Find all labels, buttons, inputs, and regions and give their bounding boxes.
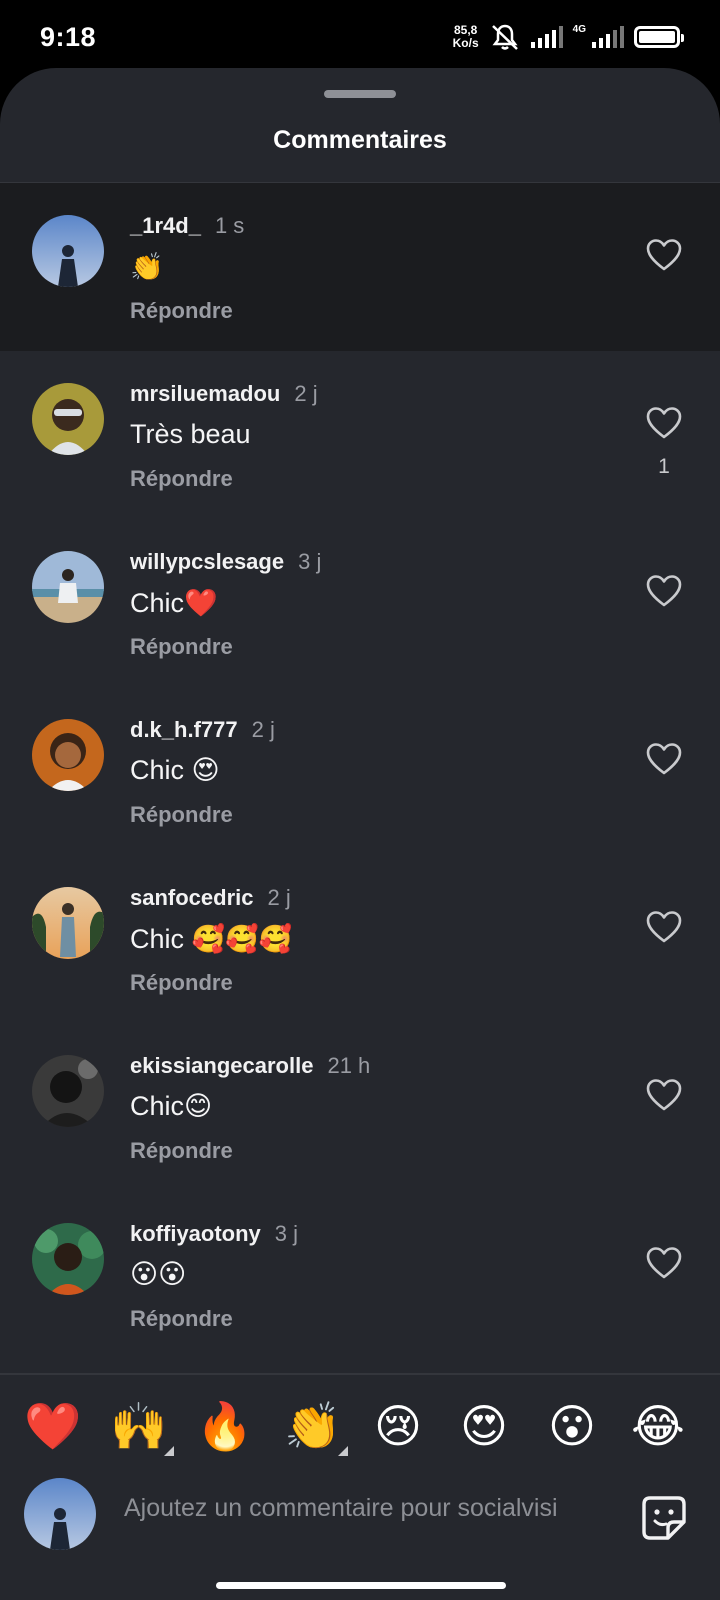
sheet-title: Commentaires: [273, 126, 447, 154]
comment-time: 1 s: [214, 213, 245, 238]
comment-time: 3 j: [274, 1221, 299, 1246]
comment-username[interactable]: willypcslesage: [130, 549, 284, 575]
comment-item[interactable]: ekissiangecarolle 21 h Chic😊 Répondre: [0, 1023, 720, 1191]
like-heart-icon[interactable]: [646, 574, 682, 608]
signal-4g-icon: [592, 26, 624, 48]
avatar[interactable]: [32, 215, 104, 287]
comment-item[interactable]: koffiyaotony 3 j 😮😮 Répondre: [0, 1191, 720, 1359]
comment-header: koffiyaotony 3 j: [130, 1221, 298, 1247]
like-count: 1: [658, 455, 670, 478]
emoji-button[interactable]: 😢: [370, 1398, 426, 1454]
avatar[interactable]: [32, 551, 104, 623]
emoji-button[interactable]: 😮: [544, 1398, 600, 1454]
comment-time: 21 h: [327, 1053, 371, 1078]
emoji-button[interactable]: 👏: [284, 1398, 341, 1454]
reply-button[interactable]: Répondre: [130, 1306, 233, 1332]
like-heart-icon[interactable]: [646, 1246, 682, 1280]
comments-sheet: Commentaires _1r4d_ 1 s 👏 Répondre mrsil…: [0, 68, 720, 1600]
status-bar: 9:18 85,8 Ko/s 4G: [0, 0, 720, 68]
comment-item[interactable]: mrsiluemadou 2 j Très beau Répondre 1: [0, 351, 720, 519]
like-heart-icon[interactable]: [646, 742, 682, 776]
emoji-button[interactable]: 😂: [630, 1398, 686, 1454]
status-time: 9:18: [40, 22, 97, 52]
battery-icon: [634, 26, 684, 48]
emoji-button[interactable]: 😍: [456, 1398, 512, 1454]
network-speed: 85,8 Ko/s: [452, 23, 479, 50]
comment-item[interactable]: sanfocedric 2 j Chic 🥰🥰🥰 Répondre: [0, 855, 720, 1023]
avatar[interactable]: [32, 887, 104, 959]
signal-icon: [530, 26, 563, 48]
avatar[interactable]: [32, 1223, 104, 1295]
comment-text: Chic 😍: [130, 755, 220, 785]
emoji-bar-divider: [0, 1373, 720, 1375]
comment-text: Chic❤️: [130, 588, 218, 618]
reply-button[interactable]: Répondre: [130, 298, 233, 324]
comment-header: d.k_h.f777 2 j: [130, 717, 275, 743]
emoji-variant-indicator: [338, 1446, 348, 1456]
reply-button[interactable]: Répondre: [130, 802, 233, 828]
emoji-button[interactable]: ❤️: [24, 1398, 81, 1454]
home-indicator[interactable]: [216, 1582, 506, 1589]
network-type: 4G: [572, 23, 586, 35]
comment-item[interactable]: willypcslesage 3 j Chic❤️ Répondre: [0, 519, 720, 687]
comment-header: _1r4d_ 1 s: [130, 213, 244, 239]
comment-time: 2 j: [251, 717, 275, 742]
comment-username[interactable]: mrsiluemadou: [130, 381, 280, 407]
comment-item[interactable]: _1r4d_ 1 s 👏 Répondre: [0, 183, 720, 351]
mute-icon: [491, 24, 518, 50]
comment-username[interactable]: ekissiangecarolle: [130, 1053, 313, 1079]
drag-handle[interactable]: [324, 90, 396, 98]
comment-username[interactable]: koffiyaotony: [130, 1221, 261, 1247]
current-user-avatar: [24, 1478, 96, 1550]
comment-list[interactable]: _1r4d_ 1 s 👏 Répondre mrsiluemadou 2 j T…: [0, 183, 720, 1359]
emoji-variant-indicator: [164, 1446, 174, 1456]
comment-input[interactable]: Ajoutez un commentaire pour socialvisi: [124, 1494, 624, 1523]
comment-text: Chic 🥰🥰🥰: [130, 924, 293, 954]
avatar[interactable]: [32, 719, 104, 791]
avatar[interactable]: [32, 383, 104, 455]
comment-text: 👏: [130, 252, 164, 282]
comment-time: 2 j: [267, 885, 291, 910]
comment-header: ekissiangecarolle 21 h: [130, 1053, 370, 1079]
comment-time: 2 j: [294, 381, 318, 406]
comment-text: Très beau: [130, 419, 251, 449]
comment-username[interactable]: _1r4d_: [130, 213, 201, 239]
emoji-quick-bar[interactable]: ❤️ 🙌 🔥 👏 😢 😍 😮 😂: [0, 1398, 720, 1478]
emoji-button[interactable]: 🙌: [110, 1398, 167, 1454]
reply-button[interactable]: Répondre: [130, 634, 233, 660]
status-icons: 85,8 Ko/s 4G: [452, 22, 684, 52]
like-heart-icon[interactable]: [646, 238, 682, 272]
reply-button[interactable]: Répondre: [130, 466, 233, 492]
reply-button[interactable]: Répondre: [130, 1138, 233, 1164]
like-heart-icon[interactable]: [646, 1078, 682, 1112]
comment-time: 3 j: [298, 549, 322, 574]
like-heart-icon[interactable]: [646, 406, 682, 440]
reply-button[interactable]: Répondre: [130, 970, 233, 996]
emoji-button[interactable]: 🔥: [196, 1398, 253, 1454]
comment-item[interactable]: d.k_h.f777 2 j Chic 😍 Répondre: [0, 687, 720, 855]
comment-text: Chic😊: [130, 1091, 213, 1121]
comment-header: willypcslesage 3 j: [130, 549, 321, 575]
comment-username[interactable]: sanfocedric: [130, 885, 254, 911]
comment-header: sanfocedric 2 j: [130, 885, 291, 911]
like-heart-icon[interactable]: [646, 910, 682, 944]
sticker-icon[interactable]: [640, 1494, 688, 1542]
comment-composer: Ajoutez un commentaire pour socialvisi: [0, 1470, 720, 1570]
comment-header: mrsiluemadou 2 j: [130, 381, 318, 407]
avatar[interactable]: [32, 1055, 104, 1127]
comment-text: 😮😮: [130, 1259, 187, 1289]
comment-username[interactable]: d.k_h.f777: [130, 717, 238, 743]
